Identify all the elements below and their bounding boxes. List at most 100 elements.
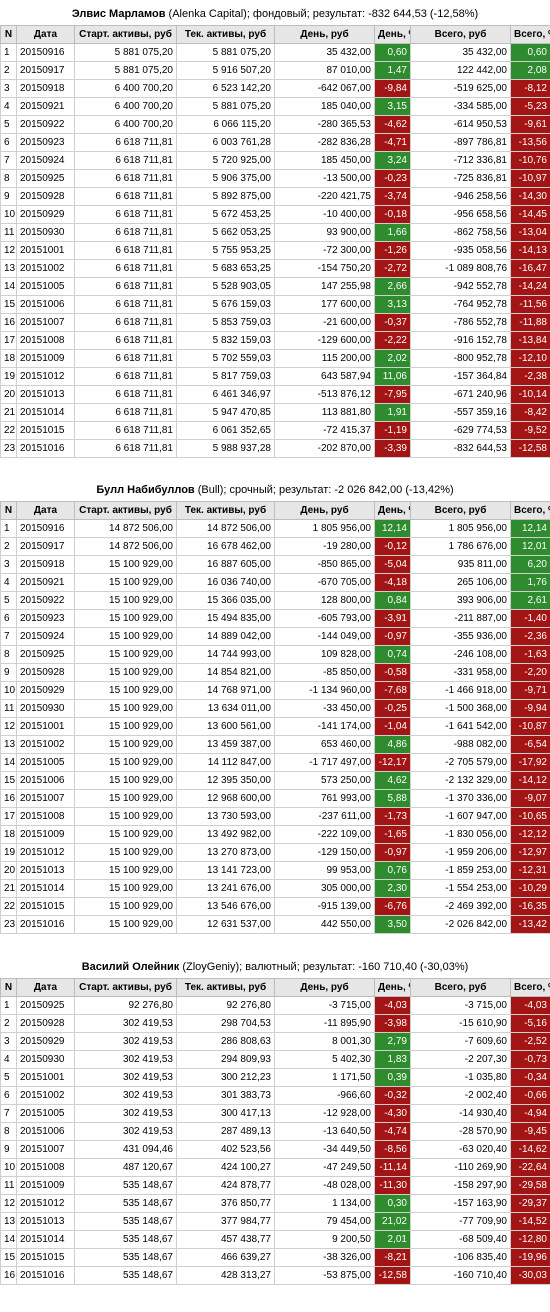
date-cell: 20150922 bbox=[16, 591, 75, 610]
day-rub-cell: -47 249,50 bbox=[274, 1158, 375, 1177]
total-pct-cell: -2,36 bbox=[510, 627, 550, 646]
start-assets-cell: 15 100 929,00 bbox=[74, 753, 177, 772]
table-row: 6 20150923 15 100 929,00 15 494 835,00 -605 … bbox=[0, 609, 550, 628]
current-assets-cell: 5 832 159,03 bbox=[176, 331, 275, 350]
date-cell: 20151009 bbox=[16, 1176, 75, 1195]
section-title: Василий Олейник (ZloyGeniy); валютный; р… bbox=[0, 957, 550, 978]
total-pct-cell: 6,20 bbox=[510, 555, 550, 574]
header-col-day-pct: День, % bbox=[374, 978, 411, 997]
day-rub-cell: -11 895,90 bbox=[274, 1014, 375, 1033]
day-pct-cell: 1,47 bbox=[374, 61, 411, 80]
table-row: 7 20151005 302 419,53 300 417,13 -12 928,00-… bbox=[0, 1104, 550, 1123]
day-rub-cell: -237 611,00 bbox=[274, 807, 375, 826]
day-rub-cell: 653 460,00 bbox=[274, 735, 375, 754]
day-rub-cell: 147 255,98 bbox=[274, 277, 375, 296]
day-pct-cell: -1,73 bbox=[374, 807, 411, 826]
date-cell: 20151007 bbox=[16, 313, 75, 332]
date-cell: 20150929 bbox=[16, 205, 75, 224]
total-rub-cell: -1 830 056,00 bbox=[410, 825, 511, 844]
day-pct-cell: -0,37 bbox=[374, 313, 411, 332]
date-cell: 20150928 bbox=[16, 1014, 75, 1033]
current-assets-cell: 13 546 676,00 bbox=[176, 897, 275, 916]
current-assets-cell: 5 672 453,25 bbox=[176, 205, 275, 224]
total-rub-cell: -712 336,81 bbox=[410, 151, 511, 170]
day-pct-cell: 5,88 bbox=[374, 789, 411, 808]
day-pct-cell: -6,76 bbox=[374, 897, 411, 916]
row-number: 9 bbox=[0, 187, 17, 206]
total-rub-cell: -557 359,16 bbox=[410, 403, 511, 422]
day-pct-cell: -4,30 bbox=[374, 1104, 411, 1123]
current-assets-cell: 5 881 075,20 bbox=[176, 97, 275, 116]
total-pct-cell: -10,29 bbox=[510, 879, 550, 898]
total-rub-cell: -942 552,78 bbox=[410, 277, 511, 296]
total-rub-cell: -1 500 368,00 bbox=[410, 699, 511, 718]
start-assets-cell: 5 881 075,20 bbox=[74, 43, 177, 62]
trader-name: Булл Набибуллов bbox=[96, 484, 195, 496]
start-assets-cell: 6 618 711,81 bbox=[74, 385, 177, 404]
start-assets-cell: 302 419,53 bbox=[74, 1032, 177, 1051]
table-row: 13 20151013 535 148,67 377 984,77 79 454,00 2… bbox=[0, 1212, 550, 1231]
day-rub-cell: 93 900,00 bbox=[274, 223, 375, 242]
table-row: 20 20151013 15 100 929,00 13 141 723,00 99 9… bbox=[0, 861, 550, 880]
current-assets-cell: 5 881 075,20 bbox=[176, 43, 275, 62]
day-pct-cell: -7,68 bbox=[374, 681, 411, 700]
total-rub-cell: -946 258,56 bbox=[410, 187, 511, 206]
start-assets-cell: 535 148,67 bbox=[74, 1248, 177, 1267]
total-rub-cell: -519 625,00 bbox=[410, 79, 511, 98]
total-rub-cell: -160 710,40 bbox=[410, 1266, 511, 1285]
start-assets-cell: 15 100 929,00 bbox=[74, 915, 177, 934]
day-rub-cell: 9 200,50 bbox=[274, 1230, 375, 1249]
total-rub-cell: -3 715,00 bbox=[410, 996, 511, 1015]
total-rub-cell: -157 364,84 bbox=[410, 367, 511, 386]
date-cell: 20150921 bbox=[16, 97, 75, 116]
start-assets-cell: 15 100 929,00 bbox=[74, 555, 177, 574]
table-row: 13 20151002 6 618 711,81 5 683 653,25 -154 7… bbox=[0, 259, 550, 278]
day-rub-cell: -48 028,00 bbox=[274, 1176, 375, 1195]
day-rub-cell: 442 550,00 bbox=[274, 915, 375, 934]
header-col-start-assets: Старт. активы, руб bbox=[74, 978, 177, 997]
row-number: 3 bbox=[0, 1032, 17, 1051]
date-cell: 20150922 bbox=[16, 115, 75, 134]
total-pct-cell: -12,97 bbox=[510, 843, 550, 862]
table-row: 1 20150925 92 276,80 92 276,80 -3 715,00 -4,0… bbox=[0, 996, 550, 1015]
day-pct-cell: 2,01 bbox=[374, 1230, 411, 1249]
row-number: 8 bbox=[0, 1122, 17, 1141]
day-pct-cell: -3,74 bbox=[374, 187, 411, 206]
start-assets-cell: 431 094,46 bbox=[74, 1140, 177, 1159]
current-assets-cell: 13 634 011,00 bbox=[176, 699, 275, 718]
total-rub-cell: -63 020,40 bbox=[410, 1140, 511, 1159]
day-rub-cell: 128 800,00 bbox=[274, 591, 375, 610]
day-rub-cell: -513 876,12 bbox=[274, 385, 375, 404]
start-assets-cell: 302 419,53 bbox=[74, 1104, 177, 1123]
start-assets-cell: 15 100 929,00 bbox=[74, 807, 177, 826]
header-row: N Дата Старт. активы, руб Тек. активы, руб Д… bbox=[0, 25, 550, 44]
start-assets-cell: 6 618 711,81 bbox=[74, 349, 177, 368]
current-assets-cell: 13 141 723,00 bbox=[176, 861, 275, 880]
header-col-day-pct: День, % bbox=[374, 25, 411, 44]
current-assets-cell: 14 872 506,00 bbox=[176, 519, 275, 538]
date-cell: 20150916 bbox=[16, 43, 75, 62]
day-pct-cell: 0,39 bbox=[374, 1068, 411, 1087]
row-number: 12 bbox=[0, 1194, 17, 1213]
day-pct-cell: -3,98 bbox=[374, 1014, 411, 1033]
row-number: 15 bbox=[0, 1248, 17, 1267]
table-row: 19 20151012 6 618 711,81 5 817 759,03 643 58… bbox=[0, 367, 550, 386]
day-rub-cell: 1 805 956,00 bbox=[274, 519, 375, 538]
total-pct-cell: -22,64 bbox=[510, 1158, 550, 1177]
total-pct-cell: -8,12 bbox=[510, 79, 550, 98]
row-number: 8 bbox=[0, 169, 17, 188]
total-rub-cell: -211 887,00 bbox=[410, 609, 511, 628]
row-number: 22 bbox=[0, 897, 17, 916]
day-rub-cell: 761 993,00 bbox=[274, 789, 375, 808]
current-assets-cell: 14 112 847,00 bbox=[176, 753, 275, 772]
day-pct-cell: -5,04 bbox=[374, 555, 411, 574]
header-col-n: N bbox=[0, 978, 17, 997]
total-rub-cell: -1 641 542,00 bbox=[410, 717, 511, 736]
day-rub-cell: -72 415,37 bbox=[274, 421, 375, 440]
table-row: 3 20150918 15 100 929,00 16 887 605,00 -850 … bbox=[0, 555, 550, 574]
total-pct-cell: -14,62 bbox=[510, 1140, 550, 1159]
row-number: 23 bbox=[0, 915, 17, 934]
day-pct-cell: 2,79 bbox=[374, 1032, 411, 1051]
row-number: 18 bbox=[0, 825, 17, 844]
row-number: 8 bbox=[0, 645, 17, 664]
